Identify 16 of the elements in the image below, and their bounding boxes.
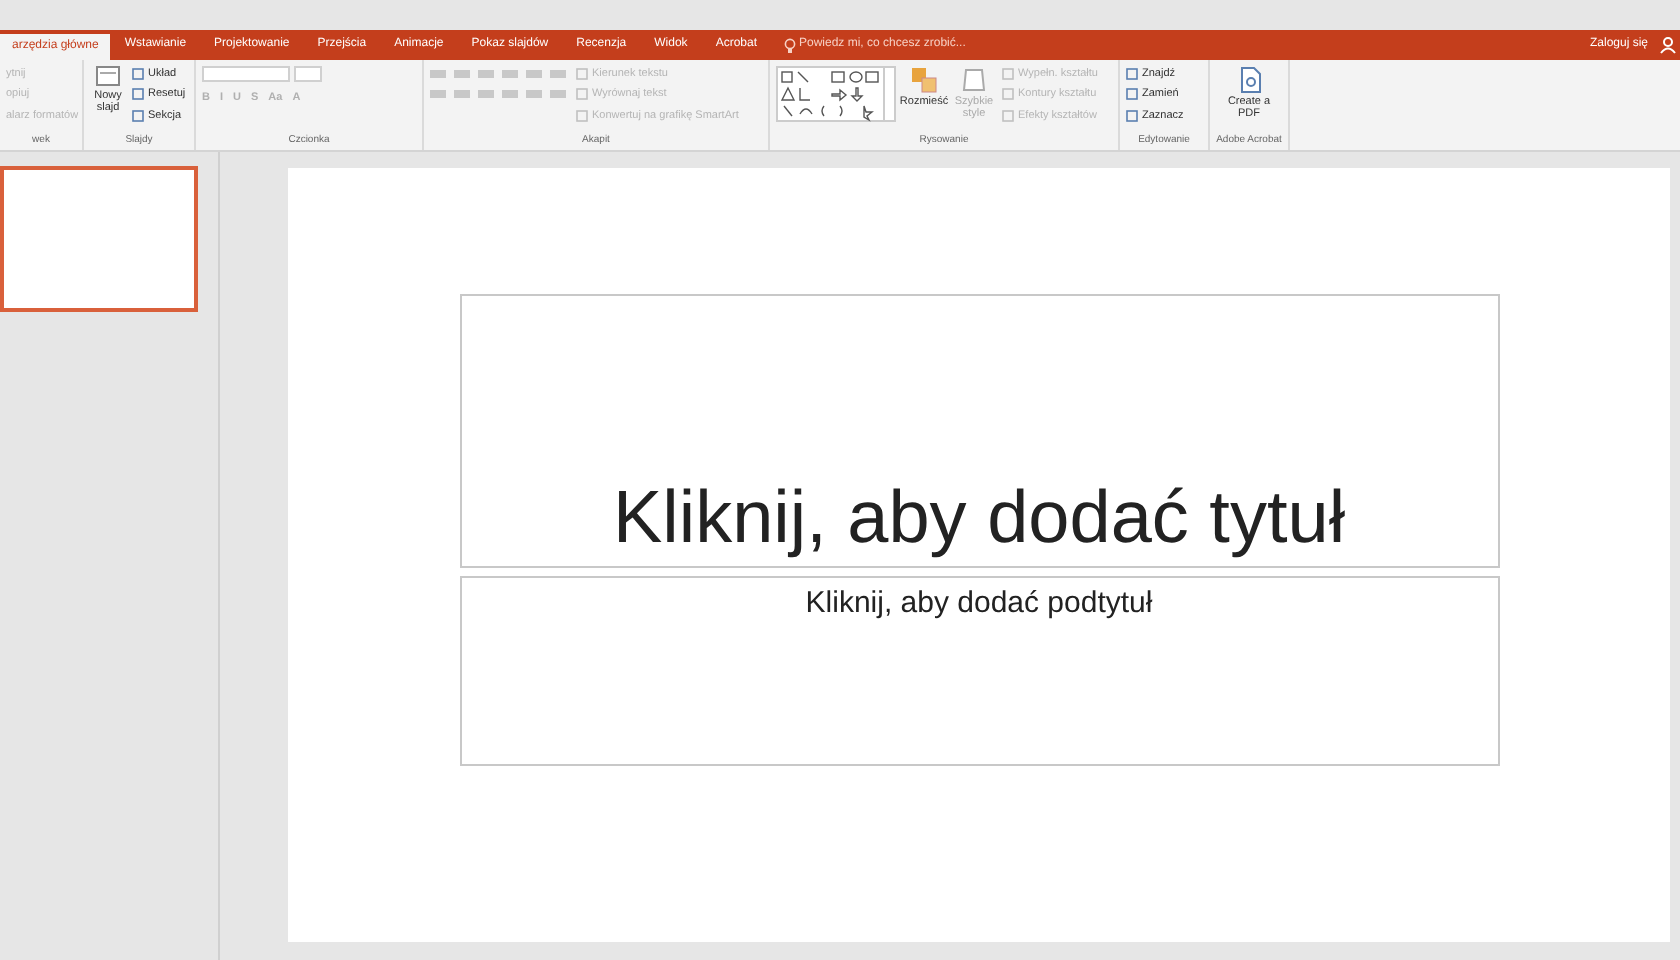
- paragraph-buttons-drawing[interactable]: [430, 68, 570, 80]
- title-placeholder-text: Kliknij, aby dodać tytuł: [612, 480, 1346, 554]
- subtitle-placeholder-text: Kliknij, aby dodać podtytuł: [805, 584, 1153, 624]
- create-pdf-icon: [1235, 66, 1263, 94]
- slide-icon: [96, 66, 120, 86]
- slide-thumbnail[interactable]: [0, 166, 198, 312]
- paragraph-buttons-drawing[interactable]: [430, 88, 570, 100]
- shapes-gallery-drawing[interactable]: [776, 66, 896, 122]
- font-size-field[interactable]: [294, 66, 322, 82]
- arrange-icon: [910, 66, 938, 94]
- quick-styles-icon: [960, 66, 988, 94]
- font-name-field[interactable]: [202, 66, 290, 82]
- lightbulb-icon: [783, 37, 795, 53]
- user-icon[interactable]: [1660, 36, 1676, 54]
- subtitle-placeholder[interactable]: Kliknij, aby dodać podtytuł: [459, 576, 1499, 766]
- title-placeholder[interactable]: Kliknij, aby dodać tytuł: [459, 294, 1499, 568]
